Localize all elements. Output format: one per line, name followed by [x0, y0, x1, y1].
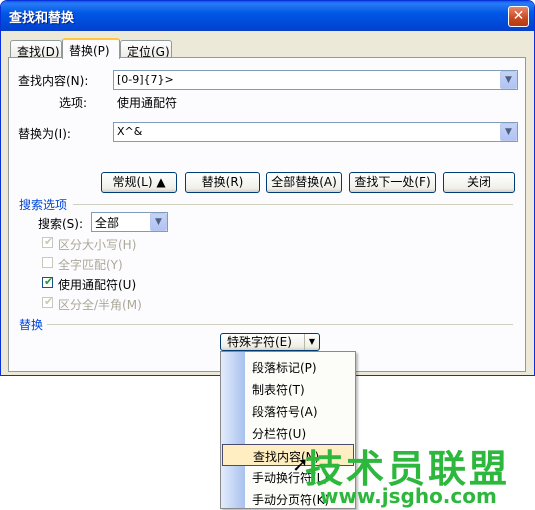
options-label: 选项:	[59, 96, 88, 110]
search-scope-label: 搜索(S):	[38, 217, 84, 231]
close-icon: ✕	[512, 8, 525, 24]
tab-find[interactable]: 查找(D)	[10, 40, 62, 59]
special-characters-button[interactable]: 特殊字符(E) ▼	[220, 333, 320, 351]
find-next-button[interactable]: 查找下一处(F)	[349, 172, 436, 193]
close-button[interactable]: ✕	[508, 6, 529, 27]
close-dialog-button[interactable]: 关闭	[443, 172, 515, 193]
replace-input[interactable]: X^& ▼	[113, 122, 518, 142]
menu-item-tab-character[interactable]: 制表符(T)	[221, 378, 355, 400]
dialog-title: 查找和替换	[9, 11, 75, 26]
search-scope-select[interactable]: 全部 ▼	[91, 212, 168, 232]
replace-section-title: 替换	[19, 318, 44, 332]
find-value: [0-9]{7}>	[117, 73, 174, 86]
chevron-down-icon[interactable]: ▼	[500, 71, 517, 89]
match-case-label: 区分大小写(H)	[58, 238, 137, 252]
find-label: 查找内容(N):	[18, 74, 89, 88]
full-half-width-label: 区分全/半角(M)	[58, 298, 142, 312]
title-bar[interactable]: 查找和替换 ✕	[1, 1, 534, 31]
search-options-divider	[73, 204, 513, 205]
chevron-down-icon[interactable]: ▼	[150, 213, 167, 231]
checkmark-icon: ✔	[44, 295, 54, 308]
replace-all-button[interactable]: 全部替换(A)	[266, 172, 342, 193]
replace-section-divider	[47, 324, 513, 325]
replace-value: X^&	[117, 125, 143, 138]
find-input[interactable]: [0-9]{7}> ▼	[113, 70, 518, 90]
find-replace-dialog: 查找和替换 ✕ 查找(D) 替换(P) 定位(G) 查找内容(N): [0-9]…	[0, 0, 535, 376]
special-characters-label: 特殊字符(E)	[227, 335, 292, 349]
wildcards-label: 使用通配符(U)	[58, 278, 137, 292]
chevron-down-icon[interactable]: ▼	[304, 334, 319, 350]
chevron-down-icon[interactable]: ▼	[500, 123, 517, 141]
replace-label: 替换为(I):	[18, 127, 71, 141]
menu-item-paragraph-mark[interactable]: 段落标记(P)	[221, 356, 355, 378]
checkmark-icon: ✔	[44, 235, 54, 248]
watermark-url: www.jsgho.com	[320, 484, 497, 508]
menu-item-paragraph-symbol[interactable]: 段落符号(A)	[221, 400, 355, 422]
options-value: 使用通配符	[117, 96, 178, 110]
normal-button[interactable]: 常规(L) ▲	[101, 172, 177, 193]
checkmark-icon: ✔	[44, 275, 54, 288]
search-options-title: 搜索选项	[19, 198, 68, 212]
tab-goto[interactable]: 定位(G)	[120, 40, 172, 59]
tab-replace[interactable]: 替换(P)	[62, 38, 120, 59]
whole-word-label: 全字匹配(Y)	[58, 258, 123, 272]
search-scope-value: 全部	[95, 216, 120, 230]
replace-button[interactable]: 替换(R)	[185, 172, 260, 193]
